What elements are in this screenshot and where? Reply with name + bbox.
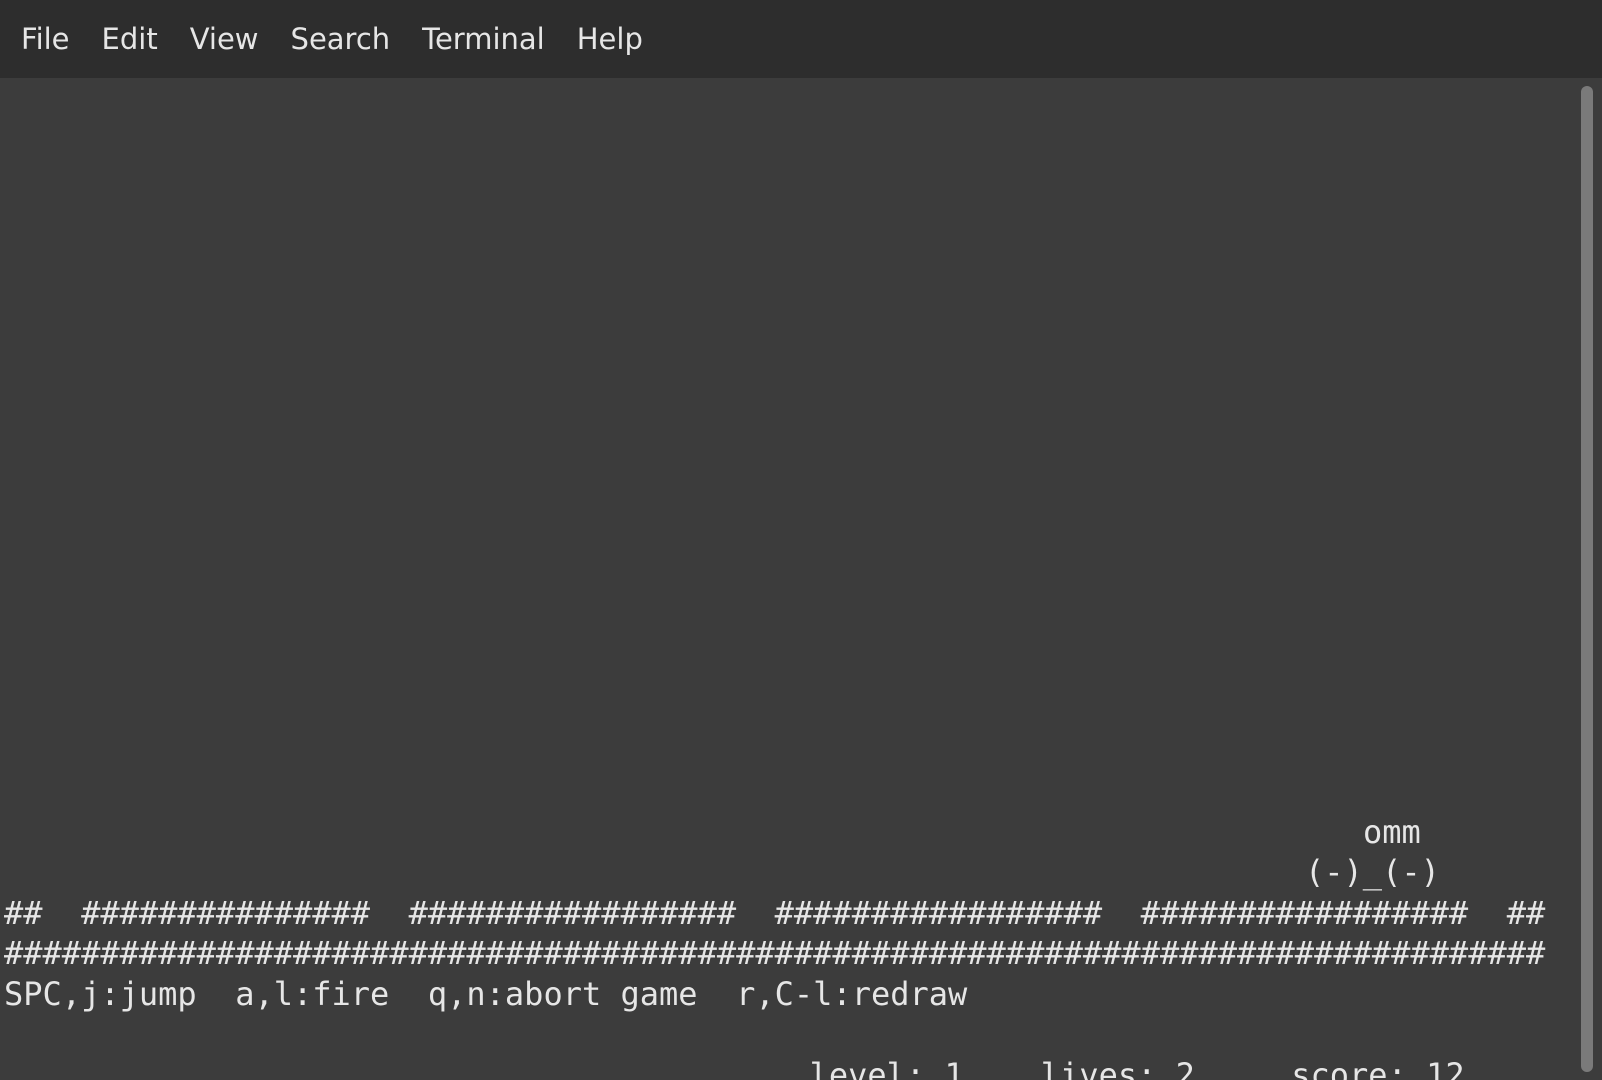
menu-view[interactable]: View (179, 16, 270, 62)
sprite-bottom: (-)_(-) (1305, 853, 1440, 891)
score-value: 12 (1426, 1056, 1465, 1080)
ground-row-bottom: ########################################… (4, 934, 1546, 972)
scrollbar-thumb[interactable] (1581, 86, 1593, 1072)
controls-help: SPC,j:jump a,l:fire q,n:abort game r,C-l… (4, 975, 968, 1013)
menu-edit[interactable]: Edit (91, 16, 169, 62)
ground-row-top: ## ############### ################# ###… (4, 894, 1546, 932)
menu-bar: File Edit View Search Terminal Help (0, 0, 1602, 78)
terminal-screen[interactable]: omm (-)_(-) ## ############### #########… (0, 78, 1572, 1080)
terminal-window: File Edit View Search Terminal Help omm … (0, 0, 1602, 1080)
lives-value: 2 (1175, 1056, 1195, 1080)
level-label: level: (809, 1056, 926, 1080)
menu-file[interactable]: File (10, 16, 81, 62)
menu-search[interactable]: Search (280, 16, 402, 62)
sprite-top: omm (1363, 813, 1421, 851)
vertical-scrollbar[interactable] (1572, 78, 1602, 1080)
lives-label: lives: (1040, 1056, 1157, 1080)
menu-help[interactable]: Help (566, 16, 654, 62)
menu-terminal[interactable]: Terminal (411, 16, 556, 62)
level-value: 1 (944, 1056, 964, 1080)
status-line: level: 1 lives: 2 score: 12 (694, 1014, 1465, 1080)
score-label: score: (1291, 1056, 1407, 1080)
